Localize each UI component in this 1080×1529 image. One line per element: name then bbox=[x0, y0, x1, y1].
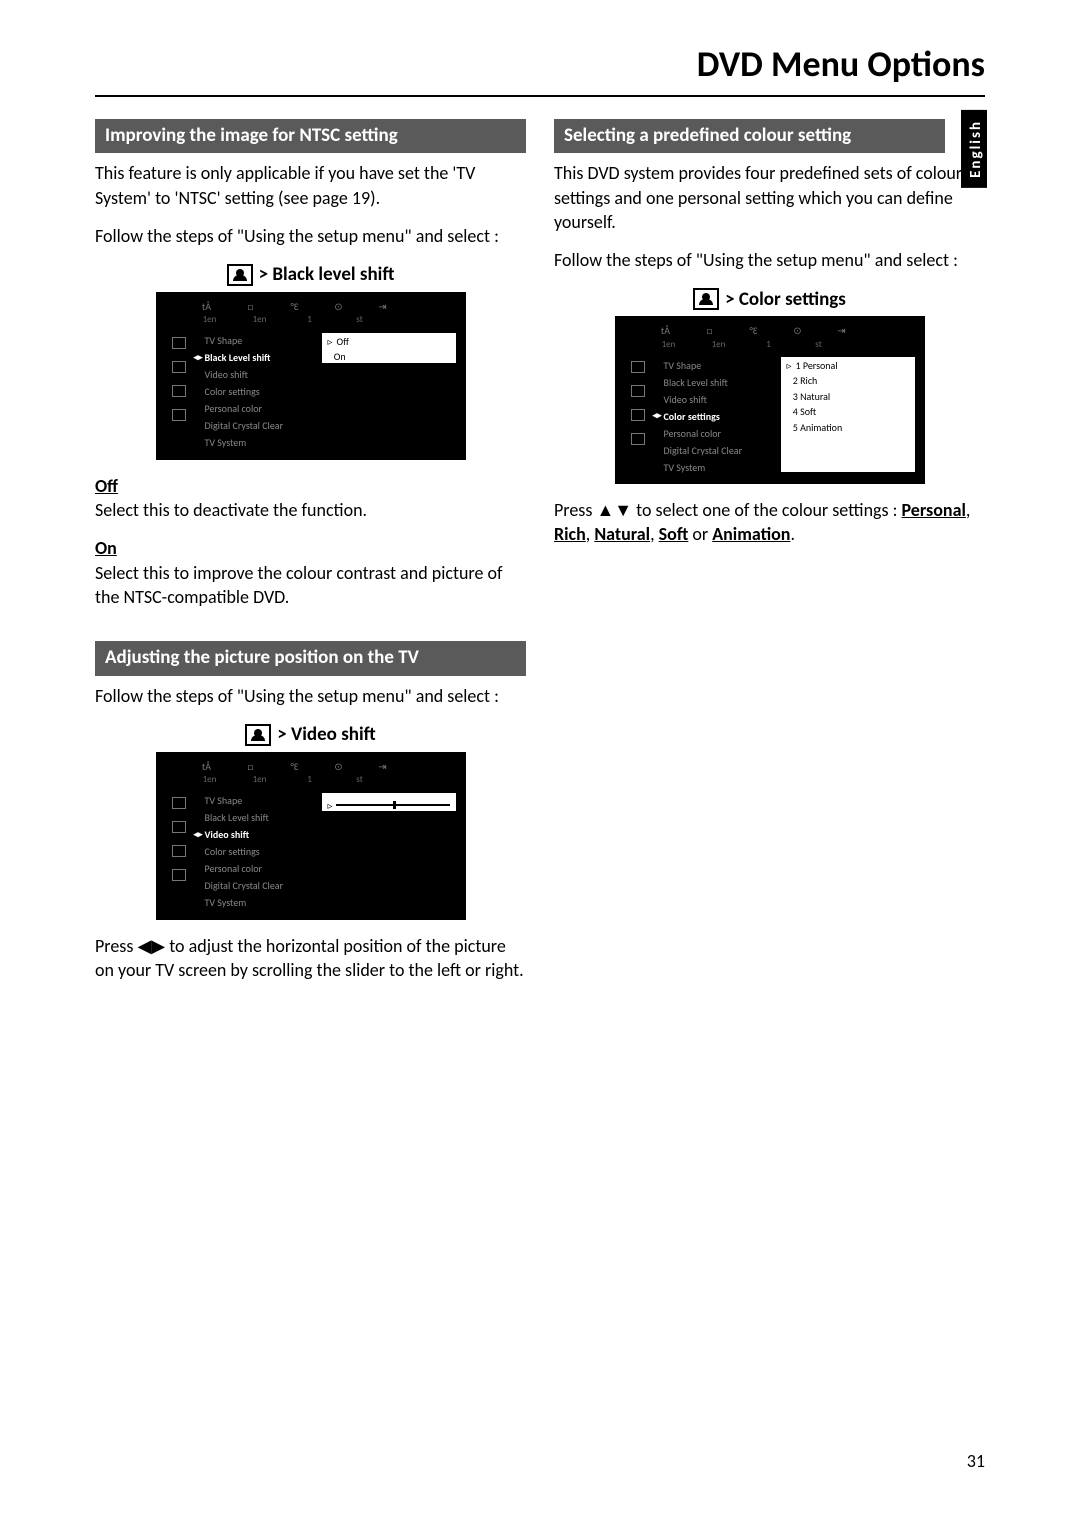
osd-side-icon bbox=[172, 821, 186, 833]
menu-caption-label: > Black level shift bbox=[259, 262, 395, 288]
section-heading-position: Adjusting the picture position on the TV bbox=[95, 641, 526, 676]
osd-side-icon bbox=[172, 385, 186, 397]
osd-side-icon bbox=[631, 433, 645, 445]
menu-caption-video-shift: > Video shift bbox=[95, 722, 526, 748]
body-text: Select this to improve the colour contra… bbox=[95, 561, 526, 610]
body-text: Press ▲▼ to select one of the colour set… bbox=[554, 498, 985, 547]
osd-side-icon bbox=[631, 409, 645, 421]
osd-screenshot-color-settings: tÅ□°Ɛ⊙⇥ 1en1en1st TV Shape Black Level s… bbox=[615, 316, 925, 484]
osd-side-icon bbox=[172, 409, 186, 421]
menu-caption-label: > Color settings bbox=[725, 287, 846, 313]
body-text: Follow the steps of "Using the setup men… bbox=[95, 684, 526, 708]
picture-icon bbox=[693, 288, 719, 310]
body-text: Select this to deactivate the function. bbox=[95, 498, 526, 522]
osd-side-icon bbox=[172, 869, 186, 881]
option-name-on: On bbox=[95, 537, 117, 559]
osd-side-icon bbox=[172, 361, 186, 373]
body-text: Follow the steps of "Using the setup men… bbox=[554, 248, 985, 272]
right-column: Selecting a predefined colour setting Th… bbox=[554, 119, 985, 997]
osd-side-icon bbox=[172, 337, 186, 349]
option-name-off: Off bbox=[95, 475, 118, 497]
body-text: Follow the steps of "Using the setup men… bbox=[95, 224, 526, 248]
menu-caption-black-level: > Black level shift bbox=[95, 262, 526, 288]
body-text: This feature is only applicable if you h… bbox=[95, 161, 526, 210]
osd-side-icon bbox=[172, 797, 186, 809]
menu-caption-color-settings: > Color settings bbox=[554, 287, 985, 313]
section-heading-colour: Selecting a predefined colour setting bbox=[554, 119, 945, 154]
picture-icon bbox=[227, 264, 253, 286]
osd-screenshot-video-shift: tÅ□°Ɛ⊙⇥ 1en1en1st TV Shape Black Level s… bbox=[156, 752, 466, 920]
left-column: Improving the image for NTSC setting Thi… bbox=[95, 119, 526, 997]
picture-icon bbox=[245, 724, 271, 746]
body-text: This DVD system provides four predefined… bbox=[554, 161, 985, 234]
osd-side-icon bbox=[172, 845, 186, 857]
osd-side-icon bbox=[631, 385, 645, 397]
body-text: Press ◀▶ to adjust the horizontal positi… bbox=[95, 934, 526, 983]
osd-side-icon bbox=[631, 361, 645, 373]
language-tab: English bbox=[961, 110, 987, 188]
page-number: 31 bbox=[967, 1449, 985, 1473]
menu-caption-label: > Video shift bbox=[277, 722, 375, 748]
section-heading-ntsc: Improving the image for NTSC setting bbox=[95, 119, 526, 154]
osd-screenshot-black-level: tÅ□°Ɛ⊙⇥ 1en1en1st TV Shape ◂▸Black Level… bbox=[156, 292, 466, 460]
page-title: DVD Menu Options bbox=[95, 40, 985, 97]
